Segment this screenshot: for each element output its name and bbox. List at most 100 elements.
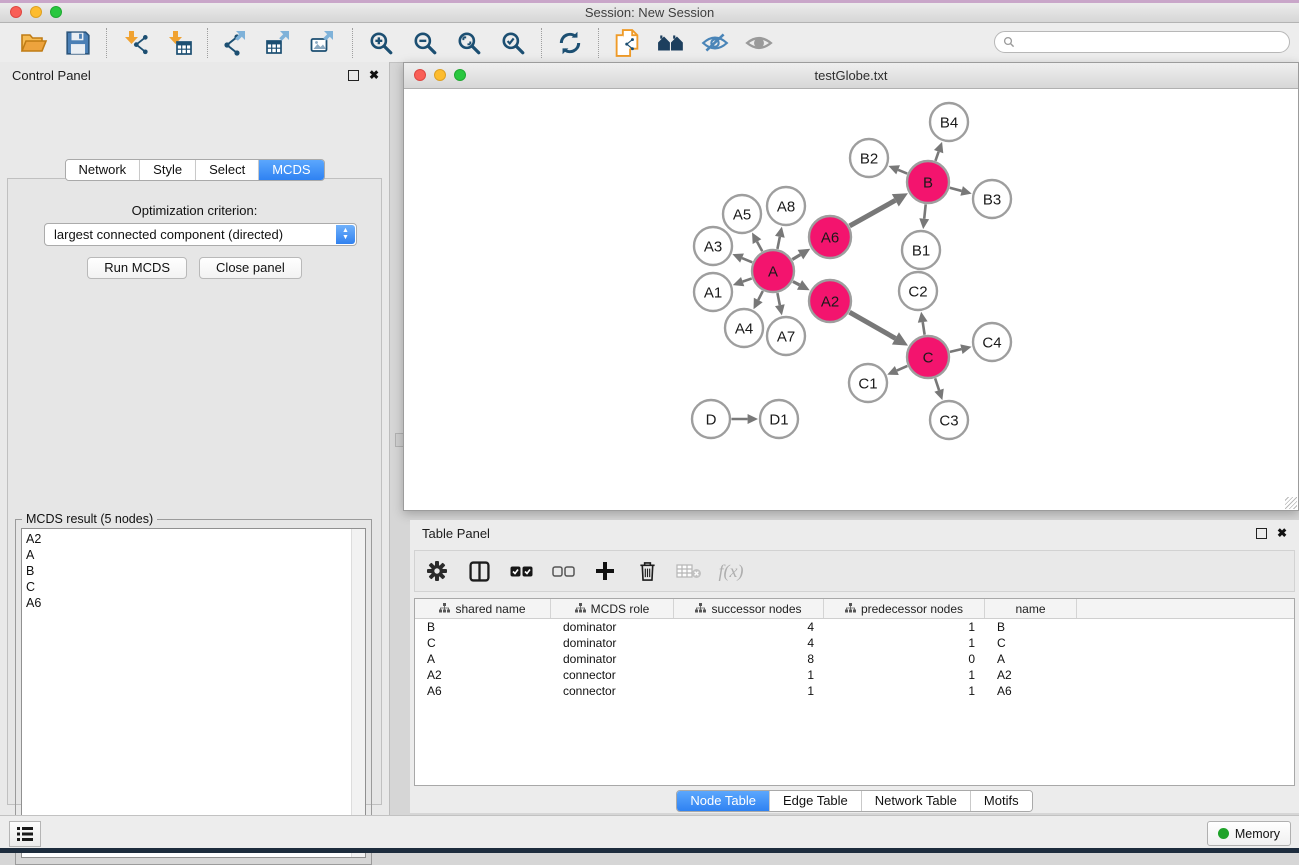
table-row[interactable]: Adominator80A — [415, 651, 1294, 667]
column-tree-icon — [439, 602, 450, 616]
mcds-result-item[interactable]: A2 — [26, 531, 347, 547]
graph-edge-B-B3[interactable] — [950, 188, 962, 191]
graph-edge-B-B1[interactable] — [924, 204, 925, 218]
mcds-result-item[interactable]: B — [26, 563, 347, 579]
graph-edge-B-B4[interactable] — [935, 152, 938, 161]
tab-edge-table[interactable]: Edge Table — [769, 791, 861, 811]
add-icon[interactable] — [591, 557, 619, 585]
result-scrollbar[interactable] — [351, 529, 365, 857]
column-header-label: predecessor nodes — [861, 602, 963, 616]
close-panel-button[interactable]: Close panel — [199, 257, 302, 279]
edge-arrowhead — [934, 389, 943, 400]
resize-grip[interactable] — [1285, 497, 1297, 509]
zoom-out-icon[interactable] — [409, 27, 441, 59]
status-bar: Memory — [0, 815, 1299, 848]
tab-network[interactable]: Network — [65, 160, 139, 180]
select-all-icon[interactable] — [507, 557, 535, 585]
mcds-result-item[interactable]: C — [26, 579, 347, 595]
graph-node-label: C1 — [858, 375, 877, 392]
column-view-icon[interactable] — [465, 557, 493, 585]
export-table-icon[interactable] — [264, 27, 296, 59]
criterion-dropdown[interactable]: largest connected component (directed) ▲… — [44, 223, 357, 246]
import-network-icon[interactable] — [119, 27, 151, 59]
refresh-icon[interactable] — [554, 27, 586, 59]
graph-edge-A2-C[interactable] — [850, 312, 896, 338]
column-tree-icon — [845, 602, 856, 616]
zoom-fit-icon[interactable] — [453, 27, 485, 59]
deselect-all-icon[interactable] — [549, 557, 577, 585]
table-row[interactable]: A2connector11A2 — [415, 667, 1294, 683]
clone-network-icon[interactable] — [611, 27, 643, 59]
network-canvas[interactable]: AA1A2A3A4A5A6A7A8BB1B2B3B4CC1C2C3C4DD1 — [404, 89, 1298, 510]
tab-network-table[interactable]: Network Table — [861, 791, 970, 811]
task-history-button[interactable] — [9, 821, 41, 847]
zoom-in-icon[interactable] — [365, 27, 397, 59]
table-float-panel-icon[interactable] — [1256, 528, 1267, 539]
tab-mcds[interactable]: MCDS — [258, 160, 323, 180]
export-image-icon[interactable] — [308, 27, 340, 59]
column-header-MCDS-role[interactable]: MCDS role — [551, 599, 674, 618]
hide-style-icon[interactable] — [699, 27, 731, 59]
memory-label: Memory — [1235, 827, 1280, 841]
search-input[interactable] — [1019, 34, 1289, 50]
column-header-predecessor-nodes[interactable]: predecessor nodes — [824, 599, 985, 618]
column-header-successor-nodes[interactable]: successor nodes — [674, 599, 824, 618]
import-table-icon[interactable] — [163, 27, 195, 59]
close-panel-icon[interactable]: ✖ — [369, 68, 379, 82]
tab-select[interactable]: Select — [195, 160, 258, 180]
network-close-button[interactable] — [414, 69, 426, 81]
zoom-window-button[interactable] — [50, 6, 62, 18]
table-cell: A6 — [415, 684, 551, 698]
memory-button[interactable]: Memory — [1207, 821, 1291, 846]
tab-style[interactable]: Style — [139, 160, 195, 180]
graph-edge-C-C4[interactable] — [950, 349, 962, 352]
search-field[interactable] — [994, 31, 1290, 53]
table-row[interactable]: Bdominator41B — [415, 619, 1294, 635]
tab-motifs[interactable]: Motifs — [970, 791, 1032, 811]
save-icon[interactable] — [62, 27, 94, 59]
graph-edge-B-B2[interactable] — [898, 170, 907, 174]
edge-arrowhead — [775, 304, 785, 315]
network-minimize-button[interactable] — [434, 69, 446, 81]
minimize-window-button[interactable] — [30, 6, 42, 18]
graph-edge-A6-B[interactable] — [850, 200, 896, 226]
edge-arrowhead — [748, 414, 758, 424]
gear-icon[interactable] — [423, 557, 451, 585]
graph-edge-A-A4[interactable] — [758, 291, 763, 300]
graph-edge-C-C3[interactable] — [935, 378, 939, 390]
table-cell: 8 — [674, 652, 824, 666]
zoom-selected-icon[interactable] — [497, 27, 529, 59]
graph-node-label: A6 — [821, 229, 839, 246]
open-folder-icon[interactable] — [18, 27, 50, 59]
mcds-result-item[interactable]: A6 — [26, 595, 347, 611]
edge-arrowhead — [960, 344, 971, 354]
export-network-icon[interactable] — [220, 27, 252, 59]
graph-edge-A-A6[interactable] — [792, 255, 800, 260]
main-toolbar — [0, 23, 1299, 63]
network-zoom-button[interactable] — [454, 69, 466, 81]
list-icon — [17, 827, 33, 841]
table-row[interactable]: A6connector11A6 — [415, 683, 1294, 699]
graph-edge-A-A7[interactable] — [777, 293, 779, 305]
delete-icon[interactable] — [633, 557, 661, 585]
graph-edge-C-C2[interactable] — [923, 322, 925, 335]
eye-icon[interactable] — [743, 27, 775, 59]
table-close-panel-icon[interactable]: ✖ — [1277, 526, 1287, 540]
column-header-shared-name[interactable]: shared name — [415, 599, 551, 618]
tab-node-table[interactable]: Node Table — [677, 791, 769, 811]
mcds-result-listbox[interactable]: A2ABCA6 — [21, 528, 366, 858]
graph-edge-A-A1[interactable] — [743, 278, 752, 281]
column-header-name[interactable]: name — [985, 599, 1077, 618]
home-icon[interactable] — [655, 27, 687, 59]
close-window-button[interactable] — [10, 6, 22, 18]
network-window-titlebar[interactable]: testGlobe.txt — [404, 63, 1298, 89]
graph-edge-A-A5[interactable] — [757, 242, 762, 252]
run-mcds-button[interactable]: Run MCDS — [87, 257, 187, 279]
float-panel-icon[interactable] — [348, 70, 359, 81]
table-row[interactable]: Cdominator41C — [415, 635, 1294, 651]
graph-edge-C-C1[interactable] — [897, 366, 908, 371]
graph-edge-A-A3[interactable] — [742, 258, 752, 262]
mcds-result-item[interactable]: A — [26, 547, 347, 563]
graph-edge-A-A8[interactable] — [777, 237, 779, 249]
graph-edge-A-A2[interactable] — [793, 281, 800, 284]
